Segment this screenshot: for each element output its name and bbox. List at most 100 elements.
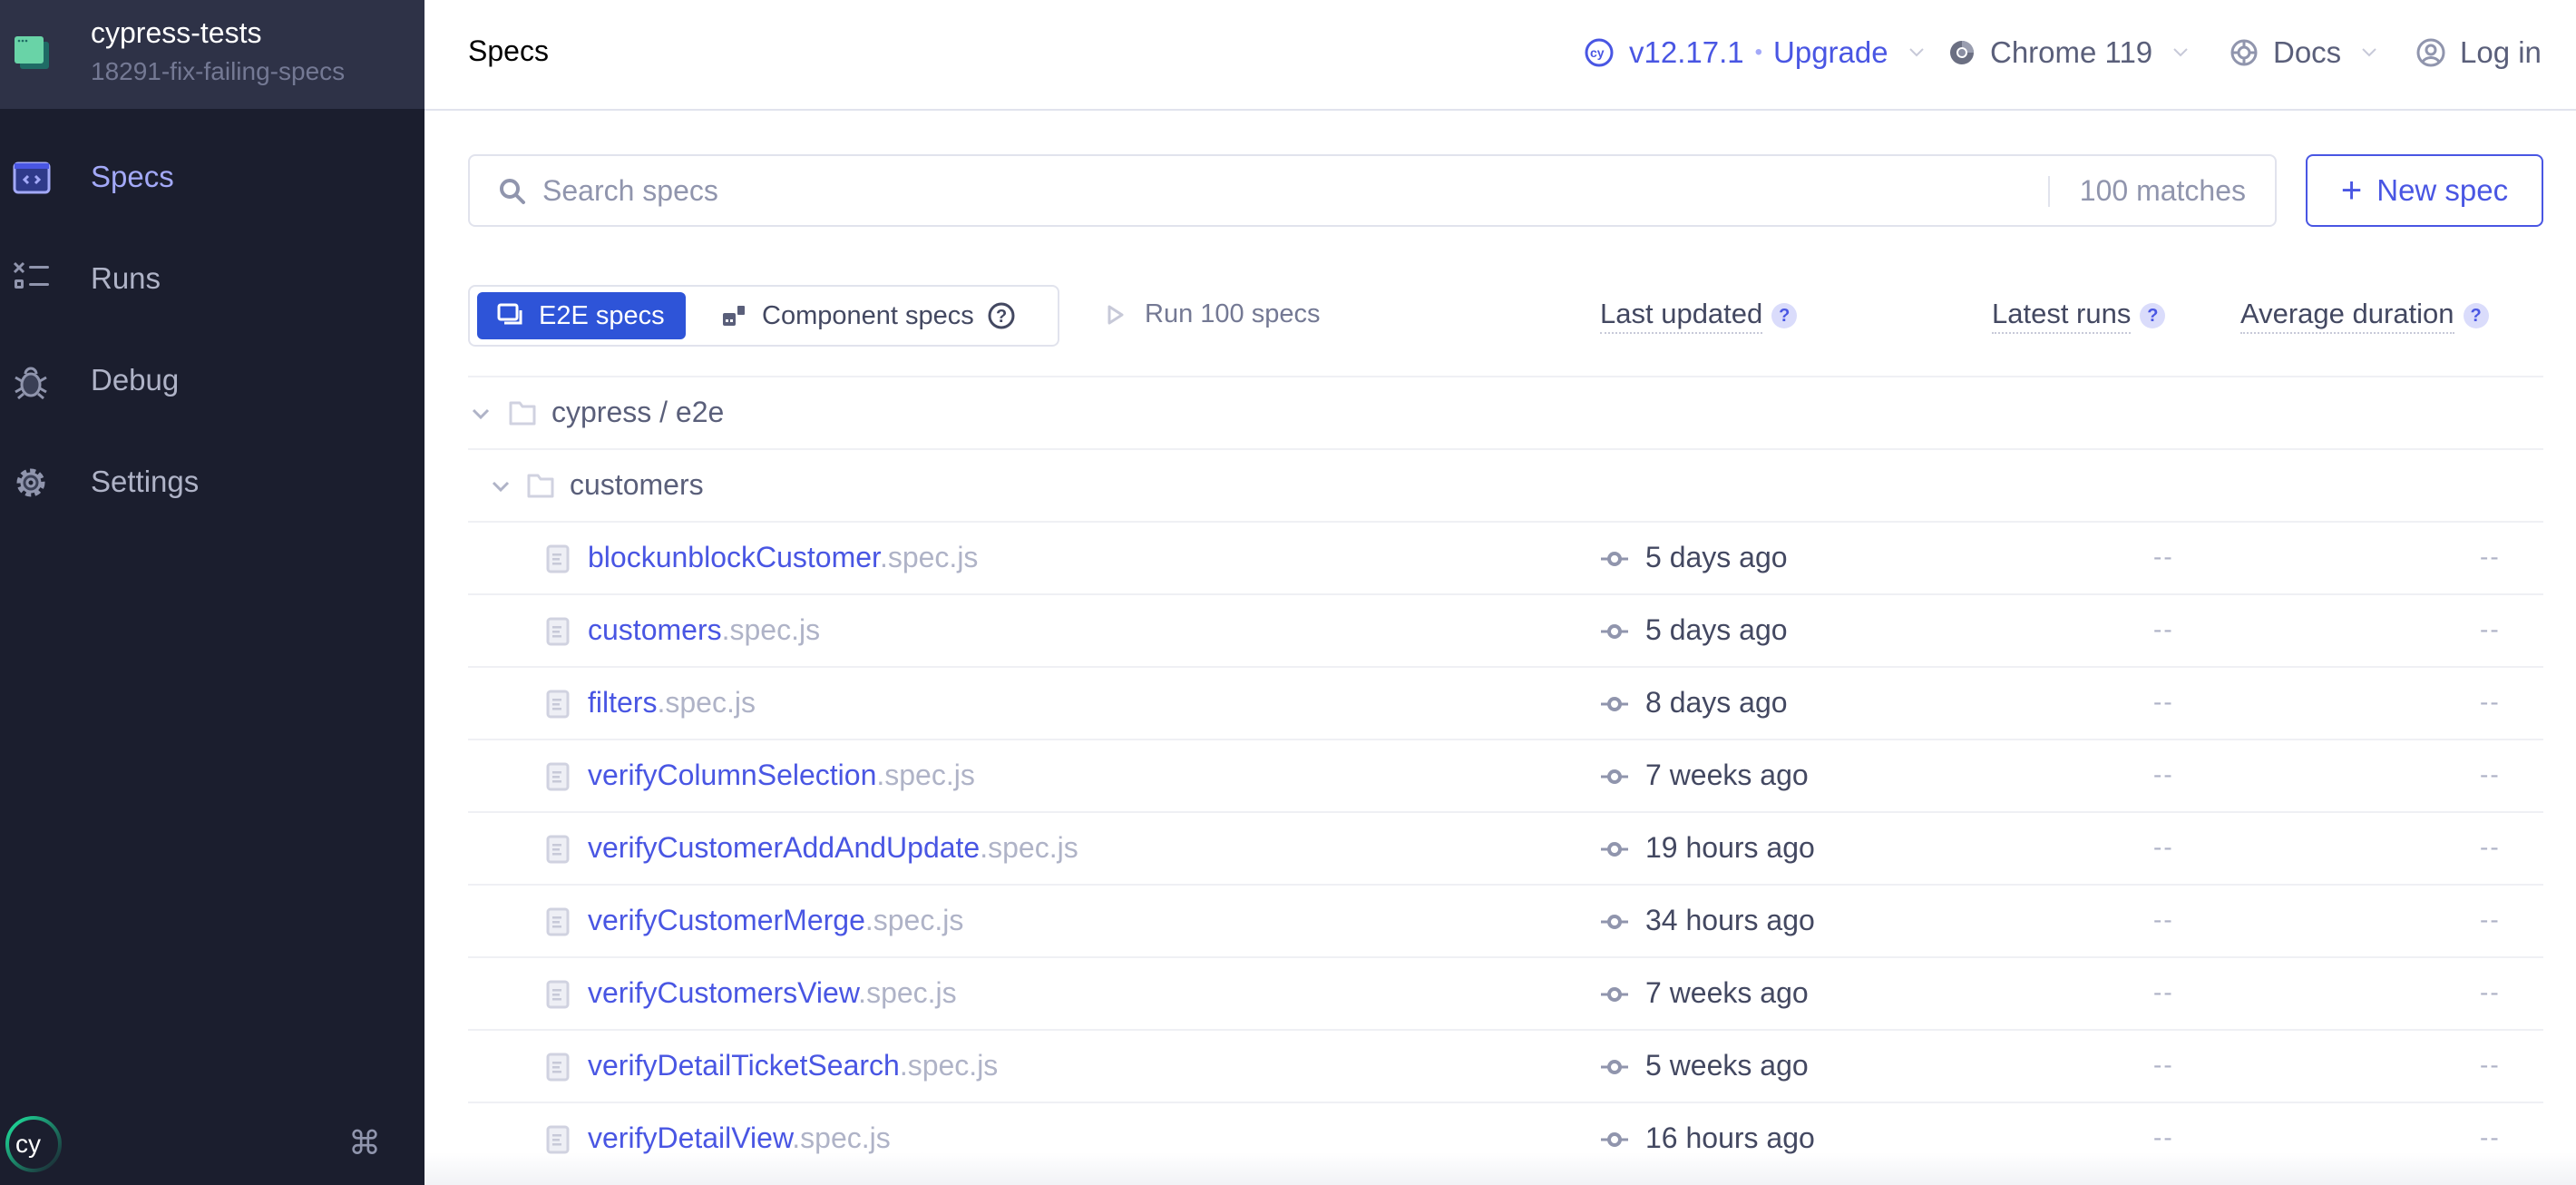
upgrade-label: Upgrade xyxy=(1773,35,1888,69)
spec-row[interactable]: verifyDetailView.spec.js 16 hours ago --… xyxy=(468,1102,2543,1174)
spec-link[interactable]: customers.spec.js xyxy=(588,613,820,647)
latest-runs: -- xyxy=(2153,1123,2174,1151)
chevron-down-icon[interactable] xyxy=(492,481,510,493)
spec-row[interactable]: verifyCustomersView.spec.js 7 weeks ago … xyxy=(468,956,2543,1029)
user-circle-icon xyxy=(2416,38,2445,67)
average-duration: -- xyxy=(2480,1051,2501,1079)
latest-runs: -- xyxy=(2153,543,2174,571)
help-icon[interactable]: ? xyxy=(2140,303,2166,328)
tab-e2e-specs[interactable]: E2E specs xyxy=(477,292,686,339)
folder-icon xyxy=(509,401,536,426)
average-duration: -- xyxy=(2480,688,2501,716)
tab-label: E2E specs xyxy=(539,300,665,330)
folder-row[interactable]: cypress / e2e xyxy=(468,376,2543,448)
spec-extension: .spec.js xyxy=(879,541,979,573)
git-commit-icon xyxy=(1601,987,1628,1002)
latest-runs: -- xyxy=(2153,906,2174,934)
sidebar-item-specs[interactable]: Specs xyxy=(0,132,424,223)
component-blocks-icon xyxy=(723,306,745,326)
last-updated: 5 weeks ago xyxy=(1645,1049,1809,1082)
column-header-last-updated[interactable]: Last updated ? xyxy=(1600,298,1798,334)
git-commit-icon xyxy=(1601,624,1628,639)
spec-tree: cypress / e2e customers blockunblockCust… xyxy=(468,376,2543,1174)
spec-row[interactable]: blockunblockCustomer.spec.js 5 days ago … xyxy=(468,521,2543,593)
spec-row[interactable]: verifyColumnSelection.spec.js 7 weeks ag… xyxy=(468,739,2543,811)
help-circle-icon[interactable]: ? xyxy=(987,301,1016,330)
sidebar-item-debug[interactable]: Debug xyxy=(0,336,424,426)
spec-base-name: verifyDetailView xyxy=(588,1121,793,1154)
spec-row[interactable]: verifyDetailTicketSearch.spec.js 5 weeks… xyxy=(468,1029,2543,1102)
browser-dropdown[interactable]: Chrome 119 xyxy=(1948,33,2189,73)
spec-base-name: blockunblockCustomer xyxy=(588,541,880,573)
folder-row[interactable]: customers xyxy=(468,448,2543,521)
spec-row[interactable]: customers.spec.js 5 days ago -- -- xyxy=(468,593,2543,666)
spec-base-name: customers xyxy=(588,613,722,646)
command-key-icon[interactable]: ⌘ xyxy=(348,1127,381,1160)
version-dropdown[interactable]: cy v12.17.1 • Upgrade xyxy=(1584,33,1925,73)
project-name: cypress-tests xyxy=(91,16,262,49)
project-switcher[interactable]: cypress-tests 18291-fix-failing-specs xyxy=(0,0,424,109)
git-commit-icon xyxy=(1601,1132,1628,1147)
git-commit-icon xyxy=(1601,842,1628,857)
average-duration: -- xyxy=(2480,615,2501,643)
latest-runs: -- xyxy=(2153,833,2174,861)
spec-link[interactable]: verifyCustomerMerge.spec.js xyxy=(588,904,963,937)
last-updated: 7 weeks ago xyxy=(1645,759,1809,791)
spec-link[interactable]: filters.spec.js xyxy=(588,686,756,720)
runs-list-icon xyxy=(13,261,49,289)
sidebar-item-runs[interactable]: Runs xyxy=(0,234,424,325)
git-commit-icon xyxy=(1601,769,1628,784)
average-duration: -- xyxy=(2480,1123,2501,1151)
average-duration: -- xyxy=(2480,906,2501,934)
tab-component-specs[interactable]: Component specs ? xyxy=(722,292,1032,339)
last-updated: 8 days ago xyxy=(1645,686,1788,719)
spec-row[interactable]: verifyCustomerAddAndUpdate.spec.js 19 ho… xyxy=(468,811,2543,884)
sidebar-item-label: Settings xyxy=(91,465,200,498)
help-icon[interactable]: ? xyxy=(1771,303,1798,328)
chevron-down-icon xyxy=(2362,48,2376,57)
search-input[interactable] xyxy=(542,169,1994,212)
project-icon xyxy=(15,36,49,69)
latest-runs: -- xyxy=(2153,615,2174,643)
git-commit-icon xyxy=(1601,1060,1628,1074)
chrome-icon xyxy=(1950,41,1974,64)
spec-extension: .spec.js xyxy=(876,759,975,791)
spec-link[interactable]: verifyCustomerAddAndUpdate.spec.js xyxy=(588,831,1078,865)
spec-link[interactable]: blockunblockCustomer.spec.js xyxy=(588,541,978,574)
chevron-down-icon[interactable] xyxy=(472,408,490,420)
git-commit-icon xyxy=(1601,915,1628,929)
run-all-specs-button[interactable]: Run 100 specs xyxy=(1107,299,1320,329)
spec-base-name: filters xyxy=(588,686,658,719)
spec-link[interactable]: verifyDetailTicketSearch.spec.js xyxy=(588,1049,998,1082)
folder-icon xyxy=(527,474,554,498)
docs-dropdown[interactable]: Docs xyxy=(2230,33,2377,73)
spec-row[interactable]: filters.spec.js 8 days ago -- -- xyxy=(468,666,2543,739)
spec-search: 100 matches xyxy=(468,154,2277,227)
sidebar-item-settings[interactable]: Settings xyxy=(0,437,424,528)
spec-row[interactable]: verifyCustomerMerge.spec.js 34 hours ago… xyxy=(468,884,2543,956)
spec-link[interactable]: verifyDetailView.spec.js xyxy=(588,1121,891,1155)
column-header-latest-runs[interactable]: Latest runs ? xyxy=(1992,298,2166,334)
average-duration: -- xyxy=(2480,833,2501,861)
file-icon xyxy=(546,907,570,936)
sidebar-item-label: Debug xyxy=(91,363,180,397)
svg-text:cy: cy xyxy=(1590,45,1605,60)
version-label: v12.17.1 xyxy=(1629,35,1744,69)
chevron-down-icon xyxy=(1908,48,1924,57)
top-bar: Specs cy v12.17.1 • Upgrade Chrome 119 D… xyxy=(424,0,2576,111)
docs-label: Docs xyxy=(2273,35,2342,69)
file-icon xyxy=(546,762,570,791)
help-icon[interactable]: ? xyxy=(2463,303,2489,328)
column-header-average-duration[interactable]: Average duration ? xyxy=(2240,298,2489,334)
folder-name: cypress / e2e xyxy=(551,396,725,428)
latest-runs: -- xyxy=(2153,688,2174,716)
spec-link[interactable]: verifyCustomersView.spec.js xyxy=(588,976,957,1010)
average-duration: -- xyxy=(2480,543,2501,571)
play-icon xyxy=(1107,305,1124,324)
login-button[interactable]: Log in xyxy=(2416,33,2542,73)
plus-icon: + xyxy=(2340,171,2363,211)
spec-link[interactable]: verifyColumnSelection.spec.js xyxy=(588,759,975,792)
spec-type-toggle: E2E specs Component specs ? xyxy=(468,285,1059,347)
cypress-logo[interactable]: cy xyxy=(4,1114,63,1174)
new-spec-button[interactable]: + New spec xyxy=(2306,154,2543,227)
